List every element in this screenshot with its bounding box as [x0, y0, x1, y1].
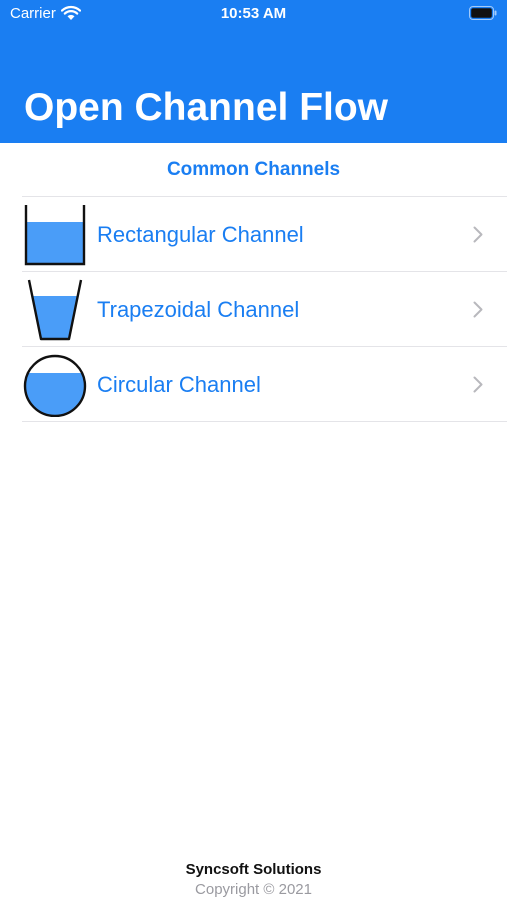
company-name: Syncsoft Solutions: [185, 861, 322, 878]
list-item-label: Trapezoidal Channel: [97, 297, 300, 322]
rectangular-channel-icon: [24, 205, 86, 266]
circular-channel-icon: [23, 354, 87, 417]
chevron-right-icon: [473, 226, 483, 243]
chevron-right-icon: [473, 301, 483, 318]
nav-header: Carrier 10:53 AM Open Channel Flow: [0, 0, 507, 143]
list-item-trapezoidal-channel[interactable]: Trapezoidal Channel: [22, 271, 507, 346]
chevron-right-icon: [473, 376, 483, 393]
channel-list: Rectangular Channel Trapezoidal Channel …: [22, 196, 507, 422]
copyright-text: Copyright © 2021: [195, 881, 312, 898]
list-item-label: Rectangular Channel: [97, 222, 304, 247]
page-title: Open Channel Flow: [24, 86, 389, 129]
list-item-label: Circular Channel: [97, 372, 261, 397]
footer: Syncsoft Solutions Copyright © 2021: [0, 860, 507, 900]
clock-time: 10:53 AM: [220, 5, 287, 22]
list-item-rectangular-channel[interactable]: Rectangular Channel: [22, 196, 507, 271]
list-item-circular-channel[interactable]: Circular Channel: [22, 346, 507, 422]
trapezoidal-channel-icon: [27, 279, 83, 341]
status-bar: Carrier 10:53 AM: [0, 0, 507, 30]
battery-icon: [469, 6, 497, 20]
section-title: Common Channels: [166, 159, 341, 180]
